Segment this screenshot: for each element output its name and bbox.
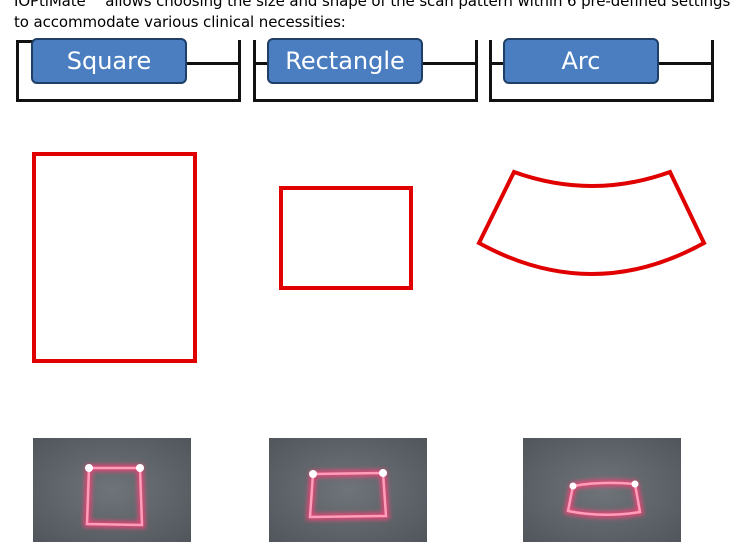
arc-outline-icon (476, 169, 707, 276)
rectangle-outline-icon (279, 186, 413, 290)
square-outline-icon (32, 152, 197, 363)
rectangle-scan-photo (269, 438, 427, 542)
arc-scan-photo (523, 438, 681, 542)
square-scan-photo (33, 438, 191, 542)
